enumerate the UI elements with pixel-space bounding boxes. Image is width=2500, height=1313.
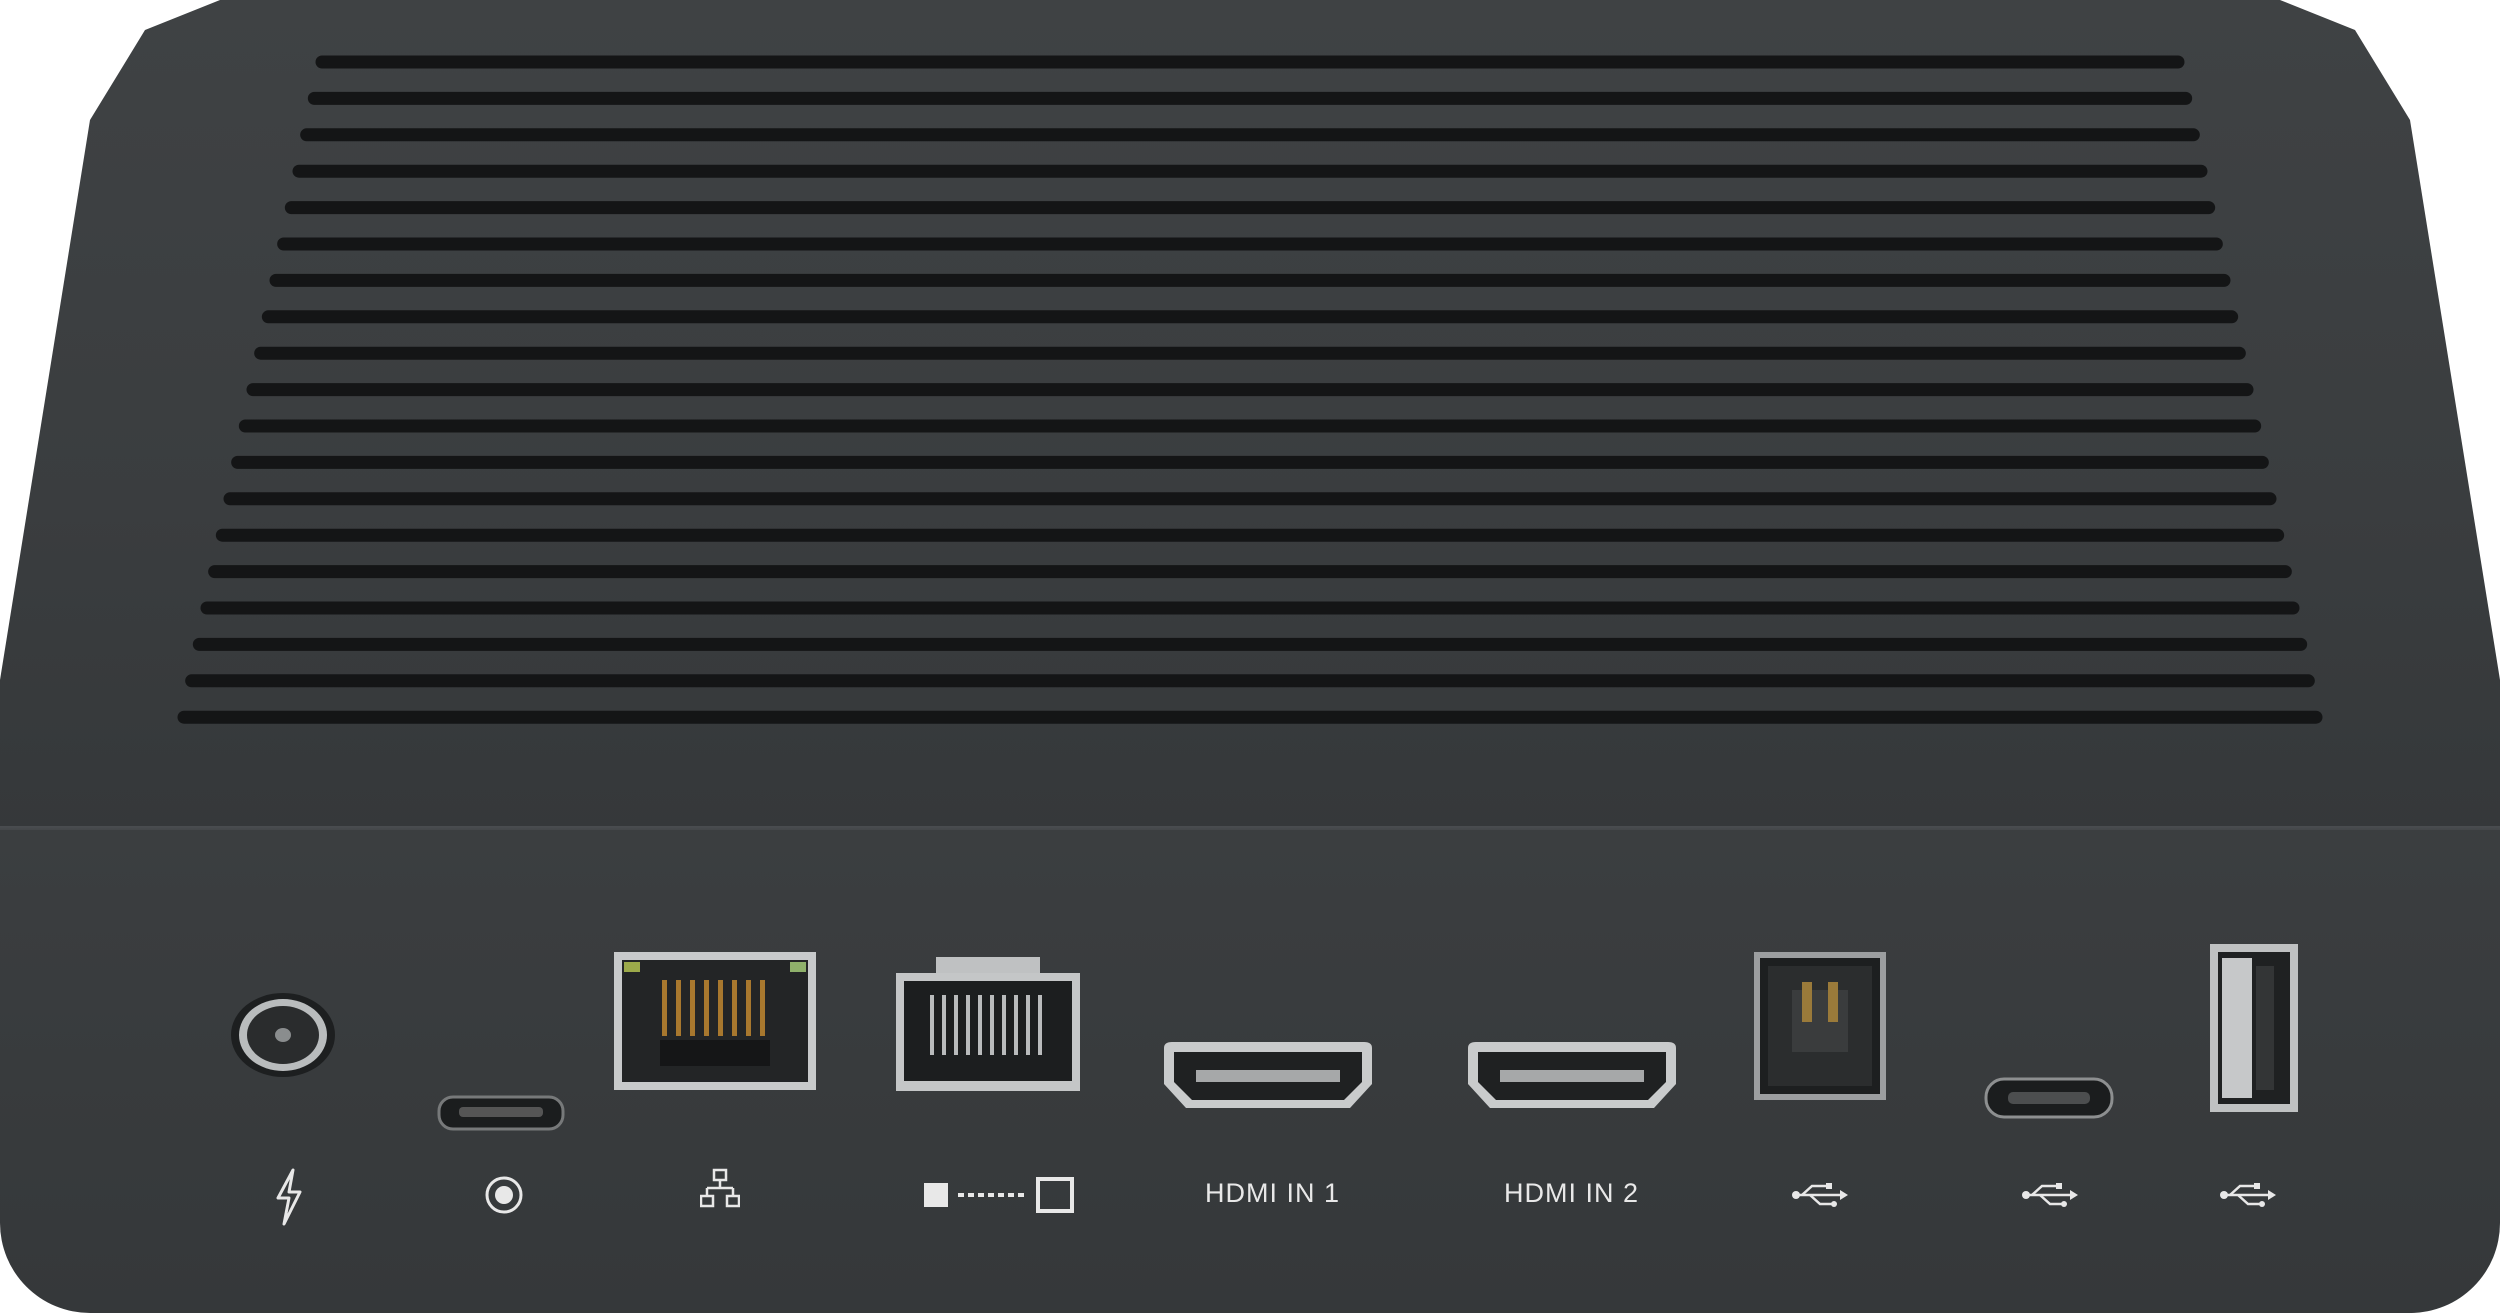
display-link-pin xyxy=(954,995,958,1055)
display-link-pin xyxy=(990,995,994,1055)
usb-a-port[interactable] xyxy=(2208,942,2300,1114)
ethernet-pin xyxy=(704,980,709,1036)
display-link-pin xyxy=(966,995,970,1055)
display-link-port[interactable] xyxy=(894,955,1082,1095)
hdmi-in-2-port[interactable] xyxy=(1462,1038,1682,1113)
ethernet-pin xyxy=(732,980,737,1036)
usb-c-port[interactable] xyxy=(1984,1075,2114,1121)
network-icon xyxy=(700,1168,740,1208)
ethernet-pin xyxy=(760,980,765,1036)
device-rear-view: HDMI IN 1 HDMI IN 2 xyxy=(0,0,2500,1313)
display-link-pin xyxy=(978,995,982,1055)
display-link-pin xyxy=(1014,995,1018,1055)
micro-port[interactable] xyxy=(437,1093,565,1133)
usb-b-port[interactable] xyxy=(1752,950,1888,1102)
ethernet-pin xyxy=(676,980,681,1036)
ethernet-pin xyxy=(718,980,723,1036)
hdmi-in-1-label: HDMI IN 1 xyxy=(1205,1178,1341,1208)
usb-icon xyxy=(1792,1183,1848,1207)
ethernet-pin xyxy=(662,980,667,1036)
display-link-pin xyxy=(942,995,946,1055)
ethernet-port[interactable] xyxy=(612,950,818,1092)
reset-button-icon xyxy=(485,1176,523,1214)
usb-icon xyxy=(2022,1183,2078,1207)
display-link-pin xyxy=(1002,995,1006,1055)
ethernet-pin xyxy=(746,980,751,1036)
dc-power-port[interactable] xyxy=(228,990,338,1080)
hdmi-in-1-port[interactable] xyxy=(1158,1038,1378,1113)
ethernet-pin xyxy=(690,980,695,1036)
usb-icon xyxy=(2220,1183,2276,1207)
ventilation-grille xyxy=(177,55,2323,724)
display-link-pin xyxy=(1038,995,1042,1055)
display-link-pin xyxy=(1026,995,1030,1055)
hdmi-in-2-label: HDMI IN 2 xyxy=(1504,1178,1640,1208)
power-icon xyxy=(276,1168,302,1226)
display-extend-icon xyxy=(924,1177,1074,1213)
display-link-pin xyxy=(930,995,934,1055)
